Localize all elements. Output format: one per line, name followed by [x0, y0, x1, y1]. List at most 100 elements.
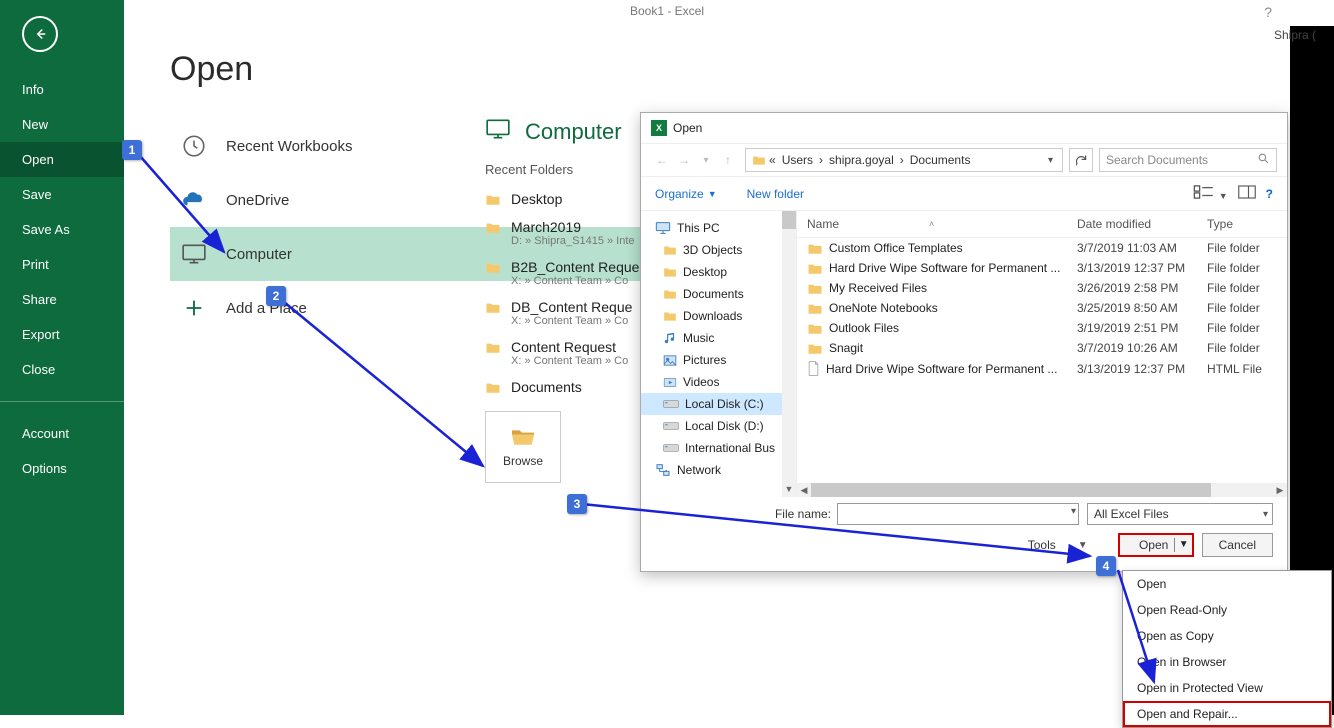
titlebar: Book1 - Excel ? Shipra ( — [0, 0, 1334, 26]
search-input[interactable]: Search Documents — [1099, 148, 1277, 172]
file-filter-dropdown[interactable]: All Excel Files ▾ — [1087, 503, 1273, 525]
nav-save[interactable]: Save — [0, 177, 124, 212]
computer-icon — [180, 240, 208, 268]
folder-icon — [807, 262, 823, 275]
file-row[interactable]: My Received Files3/26/2019 2:58 PMFile f… — [797, 278, 1287, 298]
search-icon — [1257, 152, 1270, 168]
file-row[interactable]: OneNote Notebooks3/25/2019 8:50 AMFile f… — [797, 298, 1287, 318]
open-split-button[interactable]: Open ▼ — [1118, 533, 1194, 557]
dialog-nav: ← → ▾ ↑ « Users› shipra.goyal› Documents… — [641, 143, 1287, 177]
open-dropdown-menu: Open Open Read-Only Open as Copy Open in… — [1122, 570, 1332, 728]
tools-menu[interactable]: Tools — [1028, 538, 1056, 552]
file-icon — [807, 361, 820, 376]
tree-scroll-thumb[interactable] — [782, 211, 796, 229]
nav-close[interactable]: Close — [0, 352, 124, 387]
nav-back-icon[interactable]: ← — [651, 153, 673, 167]
file-name-input[interactable]: ▾ — [837, 503, 1079, 525]
file-row[interactable]: Hard Drive Wipe Software for Permanent .… — [797, 258, 1287, 278]
folder-icon — [807, 282, 823, 295]
new-folder-button[interactable]: New folder — [747, 187, 804, 201]
scroll-right-icon[interactable]: ▶ — [1273, 483, 1287, 497]
col-type[interactable]: Type — [1207, 217, 1277, 231]
file-row[interactable]: Outlook Files3/19/2019 2:51 PMFile folde… — [797, 318, 1287, 338]
nav-open[interactable]: Open — [0, 142, 124, 177]
tree-item[interactable]: 3D Objects — [641, 239, 796, 261]
refresh-icon — [1074, 153, 1088, 167]
chevron-down-icon[interactable]: ▼ — [1174, 538, 1189, 552]
dialog-titlebar: X Open — [641, 113, 1287, 143]
callout-2: 2 — [266, 286, 286, 306]
nav-info[interactable]: Info — [0, 72, 124, 107]
nav-forward-icon[interactable]: → — [673, 153, 695, 167]
tree-item[interactable]: Downloads — [641, 305, 796, 327]
recent-folder-item[interactable]: March2019D: » Shipra_S1415 » Inte — [485, 213, 645, 253]
tree-item[interactable]: International Bus — [641, 437, 796, 459]
tree-item[interactable]: Pictures — [641, 349, 796, 371]
menu-open-repair[interactable]: Open and Repair... — [1123, 701, 1331, 727]
scroll-left-icon[interactable]: ◀ — [797, 483, 811, 497]
nav-recent-icon[interactable]: ▾ — [695, 155, 717, 166]
cancel-button[interactable]: Cancel — [1202, 533, 1273, 557]
file-hscrollbar[interactable]: ◀ ▶ — [797, 483, 1287, 497]
recent-folder-item[interactable]: Documents — [485, 373, 645, 401]
folder-icon — [485, 261, 501, 274]
menu-open-protected[interactable]: Open in Protected View — [1123, 675, 1331, 701]
chevron-down-icon[interactable]: ▾ — [1071, 506, 1076, 517]
recent-folder-item[interactable]: Content RequestX: » Content Team » Co — [485, 333, 645, 373]
chevron-down-icon: ▼ — [708, 189, 717, 199]
tree-item[interactable]: Documents — [641, 283, 796, 305]
organize-menu[interactable]: Organize ▼ — [655, 187, 717, 201]
tree-item[interactable]: Local Disk (C:) — [641, 393, 796, 415]
arrow-left-icon — [31, 25, 49, 43]
file-row[interactable]: Custom Office Templates3/7/2019 11:03 AM… — [797, 238, 1287, 258]
view-mode-icon[interactable]: ▼ — [1193, 185, 1227, 202]
location-title: Computer — [525, 119, 622, 145]
menu-open-readonly[interactable]: Open Read-Only — [1123, 597, 1331, 623]
recent-folder-item[interactable]: DB_Content RequeX: » Content Team » Co — [485, 293, 645, 333]
nav-account[interactable]: Account — [0, 416, 124, 451]
nav-up-icon[interactable]: ↑ — [717, 153, 739, 167]
tree-item[interactable]: This PC — [641, 217, 796, 239]
file-row[interactable]: Snagit3/7/2019 10:26 AMFile folder — [797, 338, 1287, 358]
location-heading: Computer — [485, 118, 645, 146]
refresh-button[interactable] — [1069, 148, 1093, 172]
nav-options[interactable]: Options — [0, 451, 124, 486]
tree-scrollbar[interactable] — [782, 211, 796, 497]
menu-open-browser[interactable]: Open in Browser — [1123, 649, 1331, 675]
callout-1: 1 — [122, 140, 142, 160]
browse-label: Browse — [503, 454, 543, 468]
nav-export[interactable]: Export — [0, 317, 124, 352]
nav-saveas[interactable]: Save As — [0, 212, 124, 247]
source-label: Computer — [226, 246, 292, 263]
nav-share[interactable]: Share — [0, 282, 124, 317]
backstage-sidebar: Info New Open Save Save As Print Share E… — [0, 0, 124, 715]
cloud-icon — [180, 186, 208, 214]
tree-item[interactable]: Local Disk (D:) — [641, 415, 796, 437]
breadcrumb[interactable]: « Users› shipra.goyal› Documents ▾ — [745, 148, 1063, 172]
recent-folder-item[interactable]: Desktop — [485, 185, 645, 213]
nav-print[interactable]: Print — [0, 247, 124, 282]
tree-item[interactable]: Desktop — [641, 261, 796, 283]
callout-3: 3 — [567, 494, 587, 514]
col-date[interactable]: Date modified — [1077, 217, 1207, 231]
menu-open-copy[interactable]: Open as Copy — [1123, 623, 1331, 649]
computer-icon — [485, 118, 513, 146]
recent-folder-item[interactable]: B2B_Content RequeX: » Content Team » Co — [485, 253, 645, 293]
tree-item[interactable]: Network — [641, 459, 796, 481]
preview-pane-icon[interactable] — [1238, 185, 1256, 202]
nav-new[interactable]: New — [0, 107, 124, 142]
file-row[interactable]: Hard Drive Wipe Software for Permanent .… — [797, 358, 1287, 379]
menu-open[interactable]: Open — [1123, 571, 1331, 597]
source-label: OneDrive — [226, 192, 289, 209]
hscroll-thumb[interactable] — [811, 483, 1211, 497]
col-name[interactable]: Name — [807, 217, 839, 231]
folder-icon — [485, 341, 501, 354]
help-icon[interactable]: ? — [1264, 4, 1272, 20]
help-icon[interactable]: ? — [1266, 187, 1273, 201]
tree-scroll-down-icon[interactable]: ▼ — [782, 481, 796, 497]
browse-button[interactable]: Browse — [485, 411, 561, 483]
folder-open-icon — [509, 426, 537, 448]
tree-item[interactable]: Music — [641, 327, 796, 349]
back-button[interactable] — [22, 16, 58, 52]
tree-item[interactable]: Videos — [641, 371, 796, 393]
